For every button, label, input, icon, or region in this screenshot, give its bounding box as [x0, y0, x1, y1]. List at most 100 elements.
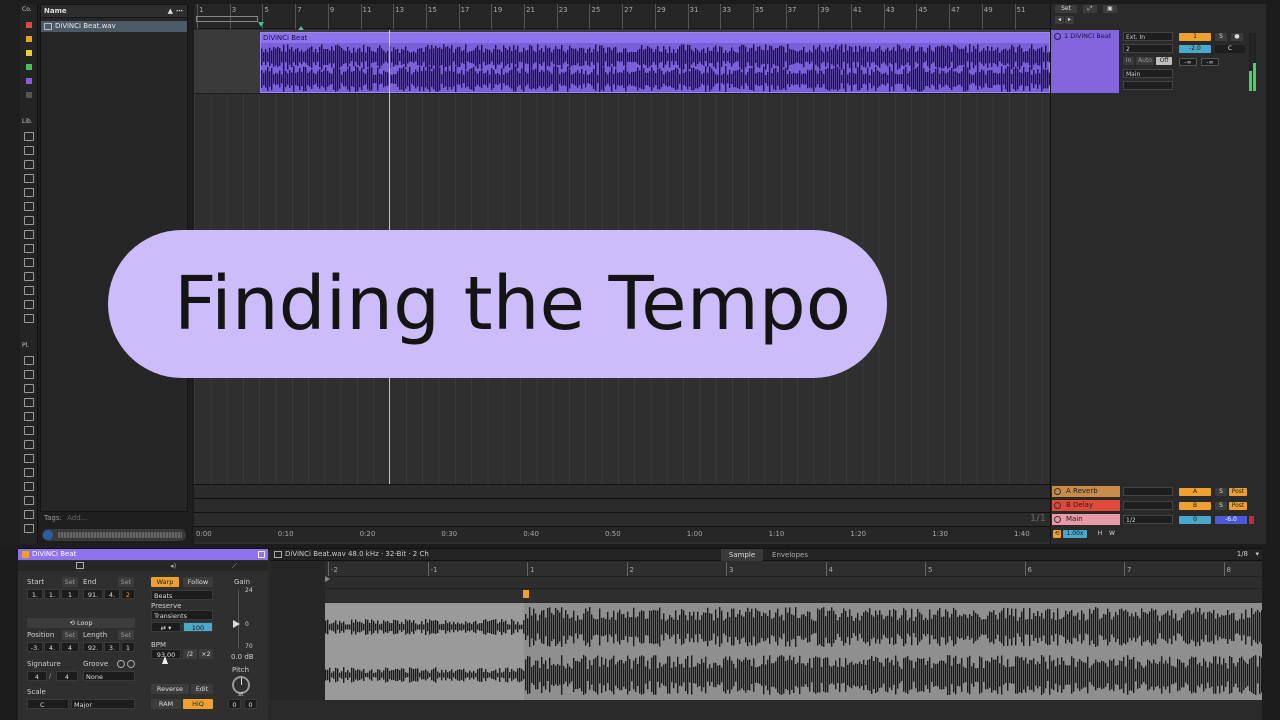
sample-beat-ruler[interactable]: -2 -1 1 2 3 4 5 6 7 8	[325, 562, 1262, 602]
groove-select[interactable]: None	[83, 671, 135, 681]
groove-hot-swap-icon[interactable]	[117, 660, 125, 668]
tab-sample[interactable]: Sample	[721, 549, 763, 561]
clip-tab-icon[interactable]	[76, 562, 84, 569]
gain-slider-handle[interactable]	[233, 620, 240, 628]
main-output-select[interactable]: 1/2	[1123, 515, 1173, 524]
packs-icon[interactable]	[24, 356, 34, 365]
transient-loop-mode-select[interactable]: ⇄ ▾	[151, 622, 181, 632]
hiq-button[interactable]: HiQ	[183, 699, 213, 709]
end-beat-field[interactable]: 4.	[104, 589, 120, 599]
track-fold-icon[interactable]	[1054, 502, 1061, 509]
start-set-button[interactable]: Set	[62, 577, 78, 587]
length-sixteenth-field[interactable]: 1	[121, 642, 135, 652]
scale-root-select[interactable]: C	[27, 699, 69, 709]
sample-waveform[interactable]	[325, 603, 1263, 700]
start-marker[interactable]	[258, 22, 264, 27]
time-ruler[interactable]: 0:00 0:10 0:20 0:30 0:40 0:50 1:00 1:10 1:20 1:30…	[194, 526, 1050, 542]
return-track-b[interactable]: B Delay	[1052, 500, 1120, 511]
plugins-icon[interactable]	[24, 230, 34, 239]
start-beat-field[interactable]: 1.	[44, 589, 60, 599]
collection-color-orange[interactable]	[26, 36, 32, 42]
preview-headphones-icon[interactable]	[43, 530, 53, 540]
clip-color-icon[interactable]	[22, 551, 29, 558]
folder-icon[interactable]	[24, 482, 34, 491]
groove-commit-icon[interactable]	[127, 660, 135, 668]
beat-ruler[interactable]: 1 3 5 7 9 11 13 15 17 19 21 23 25 27 29 31 33 35 37 39 41 43 4…	[194, 4, 1050, 30]
nav-left-icon[interactable]: ◂	[1055, 16, 1064, 24]
track-fold-icon[interactable]	[1054, 488, 1061, 495]
track-fold-icon[interactable]	[1054, 33, 1061, 40]
collection-color-yellow[interactable]	[26, 50, 32, 56]
tab-envelopes[interactable]: Envelopes	[765, 549, 815, 561]
width-button[interactable]: W	[1107, 530, 1117, 538]
loop-button[interactable]: ⟲ Loop	[27, 618, 135, 628]
chevron-down-icon[interactable]: ▾	[1255, 550, 1259, 558]
return-b-activator[interactable]: B	[1179, 502, 1211, 510]
grooves-icon[interactable]	[24, 272, 34, 281]
sample-scroll-area[interactable]	[270, 700, 1262, 720]
warp-mode-select[interactable]: Beats	[151, 590, 213, 600]
list-item[interactable]: DiViNCi Beat.wav	[41, 21, 187, 32]
warp-marker[interactable]	[523, 590, 529, 598]
input-channel-select[interactable]: 2	[1123, 44, 1173, 53]
collection-color-green[interactable]	[26, 64, 32, 70]
solo-button[interactable]: S	[1215, 33, 1227, 41]
modulators-icon[interactable]	[24, 202, 34, 211]
folder-icon[interactable]	[24, 510, 34, 519]
preserve-select[interactable]: Transients	[151, 610, 213, 620]
return-a-solo[interactable]: S	[1215, 488, 1227, 496]
tempo-multiplier-field[interactable]: 1.00x	[1063, 530, 1087, 538]
detune-cents-field[interactable]: 0	[244, 699, 257, 709]
input-type-select[interactable]: Ext. In	[1123, 32, 1173, 41]
current-project-icon[interactable]	[24, 412, 34, 421]
track-name[interactable]: 1 DiViNCi Beat	[1064, 32, 1111, 40]
end-set-button[interactable]: Set	[118, 577, 134, 587]
audio-clip[interactable]: DiViNCi Beat	[260, 32, 1051, 93]
samples-icon[interactable]	[24, 258, 34, 267]
ram-button[interactable]: RAM	[151, 699, 181, 709]
edit-button[interactable]: Edit	[191, 684, 213, 694]
audio-track-header[interactable]: 1 DiViNCi Beat	[1051, 30, 1119, 93]
drums-icon[interactable]	[24, 146, 34, 155]
folder-icon[interactable]	[24, 496, 34, 505]
user-library-icon[interactable]	[24, 398, 34, 407]
track-activator-button[interactable]: 1	[1179, 33, 1211, 41]
length-beat-field[interactable]: 3.	[104, 642, 120, 652]
end-sixteenth-field[interactable]: 2	[121, 589, 135, 599]
main-db-field[interactable]: -6.0	[1215, 516, 1247, 524]
instruments-icon[interactable]	[24, 160, 34, 169]
max-for-live-icon[interactable]	[24, 216, 34, 225]
return-track-a[interactable]: A Reverb	[1052, 486, 1120, 497]
tags-input[interactable]: Add...	[67, 514, 87, 522]
monitor-off-button[interactable]: Off	[1156, 57, 1172, 65]
tunings-icon[interactable]	[24, 286, 34, 295]
sort-icon[interactable]: ▲	[168, 5, 173, 18]
sample-start-marker[interactable]	[325, 576, 330, 582]
double-tempo-button[interactable]: ×2	[199, 649, 213, 659]
main-volume-field[interactable]: 0	[1179, 516, 1211, 524]
return-b-post[interactable]: Post	[1229, 502, 1247, 510]
set-button[interactable]: Set	[1055, 5, 1077, 13]
arm-button[interactable]: ●	[1231, 33, 1243, 41]
position-beat-field[interactable]: 4.	[44, 642, 60, 652]
position-bar-field[interactable]: -3.	[27, 642, 43, 652]
position-sixteenth-field[interactable]: 4	[61, 642, 79, 652]
gain-slider-track[interactable]	[238, 590, 239, 648]
monitor-auto-button[interactable]: Auto	[1136, 57, 1154, 65]
nav-right-icon[interactable]: ▸	[1065, 16, 1074, 24]
length-bar-field[interactable]: 92.	[83, 642, 103, 652]
midi-effects-icon[interactable]	[24, 188, 34, 197]
sample-zoom[interactable]: 1/8	[1237, 550, 1248, 558]
output-select[interactable]: Main	[1123, 69, 1173, 78]
send-a-field[interactable]: -∞	[1179, 58, 1197, 66]
return-a-post[interactable]: Post	[1229, 488, 1247, 496]
position-set-button[interactable]: Set	[62, 630, 78, 640]
signature-denominator[interactable]: 4	[56, 671, 78, 681]
reverse-button[interactable]: Reverse	[151, 684, 189, 694]
clips-icon[interactable]	[24, 244, 34, 253]
output-channel-select[interactable]	[1123, 81, 1173, 90]
clip-save-icon[interactable]	[258, 551, 265, 558]
folder-icon[interactable]	[24, 440, 34, 449]
follow-icon[interactable]: ⟲	[1053, 530, 1061, 538]
name-column-header[interactable]: Name ▲ ⋯	[41, 5, 187, 18]
